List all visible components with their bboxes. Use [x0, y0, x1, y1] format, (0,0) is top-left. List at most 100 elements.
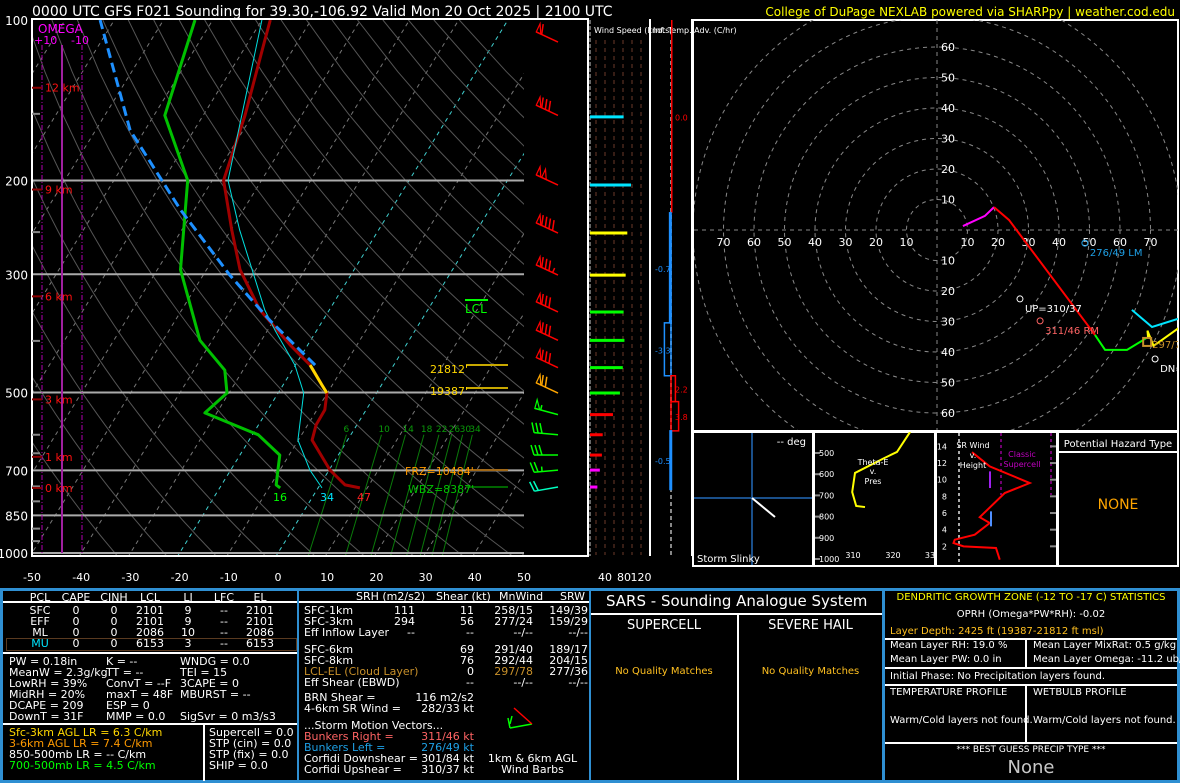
hodograph-ring-label: 70 — [1144, 236, 1158, 249]
barb-flag — [540, 257, 544, 268]
theta-temp-label: 320 — [885, 551, 900, 560]
barb-flag — [530, 444, 535, 456]
isotherm — [33, 20, 263, 393]
isotherm — [226, 72, 524, 555]
hodograph-ring-label: 50 — [1083, 236, 1097, 249]
barb-pennant — [535, 212, 542, 226]
dry-adiabat — [33, 246, 266, 555]
dgz-title: DENDRITIC GROWTH ZONE (-12 TO -17 C) STA… — [896, 592, 1166, 603]
theta-temp-label: 310 — [845, 551, 860, 560]
hodograph-ring-label: 50 — [941, 377, 955, 390]
temperature-tick-label: -40 — [72, 571, 90, 584]
barb-flag — [551, 220, 555, 231]
storm-motion-marker — [1151, 355, 1159, 363]
precip-type-title: *** BEST GUESS PRECIP TYPE *** — [956, 745, 1106, 755]
initial-phase: Initial Phase: No Precipitation layers f… — [890, 671, 1106, 682]
srw-header: SRW — [560, 590, 586, 603]
corfidi-up-label: Corfidi Upshear = — [304, 763, 402, 776]
hodograph-ring-label: 40 — [941, 346, 955, 359]
barb-pennant — [535, 291, 542, 305]
temperature-tick-label: 20 — [369, 571, 383, 584]
storm-motion-label: 311/46 RM — [1045, 326, 1099, 337]
sr-height-label: 6 — [942, 509, 947, 518]
temperature-tick-label: 10 — [320, 571, 334, 584]
classic-supercell-label1: Classic — [1008, 450, 1036, 459]
hodograph-trace — [962, 206, 995, 227]
hodograph-ring-label: 30 — [941, 133, 955, 146]
barb-flag — [544, 99, 548, 110]
temp-adv-label: -3.3 — [655, 346, 671, 355]
hodograph-ring-label: 60 — [747, 236, 761, 249]
height-label: 1 km — [45, 451, 73, 464]
wind-barb — [535, 372, 559, 394]
hodograph-ring-label: 30 — [839, 236, 853, 249]
hodograph-ring-label: 60 — [941, 41, 955, 54]
sr-height-label: 10 — [937, 476, 947, 485]
temp-adv-bar — [671, 20, 673, 213]
mixing-ratio-line — [406, 434, 440, 555]
kinematics-value: -- — [466, 676, 474, 689]
dgz-oprh: OPRH (Omega*PW*RH): -0.02 — [956, 609, 1106, 620]
pressure-tick-label: 100 — [5, 14, 28, 28]
hodograph-ring-label: 10 — [941, 194, 955, 207]
dgz-top-label: 21812' — [430, 363, 468, 376]
window-title: 0000 UTC GFS F021 Sounding for 39.30,-10… — [32, 4, 613, 20]
sr-height-label: 14 — [937, 442, 947, 451]
barb-flag — [540, 349, 544, 361]
mixing-ratio-line — [390, 434, 425, 555]
barb-flag — [532, 480, 539, 491]
omega-minus-label: -10 — [71, 34, 89, 47]
mixing-ratio-label: 34 — [469, 425, 481, 435]
hodograph-trace — [1131, 309, 1178, 329]
hazard-value: NONE — [1098, 497, 1139, 513]
sars-hail-header: SEVERE HAIL — [768, 618, 853, 633]
wind-barb — [535, 94, 559, 117]
storm-motion-label: 276/49 LM — [1090, 248, 1143, 259]
classic-supercell-label2: Supercell — [1003, 460, 1040, 469]
wind-barb — [534, 397, 559, 416]
barb-flag — [539, 422, 543, 434]
temp-adv-label: -0.7 — [655, 265, 671, 274]
hodograph-ring-label: 20 — [941, 163, 955, 176]
wind-barb — [535, 21, 559, 43]
theta-pressure-label: 600 — [819, 470, 834, 479]
lcl-label: LCL — [465, 302, 487, 316]
wb-profile-result: Warm/Cold layers not found. — [1033, 715, 1176, 726]
theta-e-panel: 500 600 700 800 900 1000 310 320 33 Theta-E v. P… — [813, 431, 936, 567]
wind-barb — [535, 291, 559, 313]
hodograph-ring-label: 60 — [941, 407, 955, 420]
theta-temp-label: 33 — [925, 551, 935, 560]
slinky-label: Storm Slinky — [697, 554, 760, 565]
sr-height-label: 2 — [942, 542, 947, 551]
hodograph-ring-label: 40 — [1052, 236, 1066, 249]
barb-flag — [534, 444, 539, 456]
temp-adv-label: 0.0 — [675, 113, 688, 122]
sars-hail-result: No Quality Matches — [761, 666, 860, 677]
height-label: 3 km — [45, 393, 73, 406]
theta-e-label3: Pres — [865, 477, 882, 486]
precip-type-value: None — [1007, 757, 1055, 778]
hodograph-ring-label: 10 — [961, 236, 975, 249]
sr46-value: 282/33 kt — [421, 702, 474, 715]
dry-adiabat — [33, 312, 216, 555]
pressure-tick-label: 700 — [5, 464, 28, 478]
storm-motion-label: DN= — [1160, 364, 1180, 375]
temp-advection-panel: Inf. Temp. Adv. (C/hr) 0.0 -0.7 -3.3 2.2 3.8… — [653, 19, 737, 556]
srh-header: SRH (m2/s2) — [356, 590, 426, 603]
dry-adiabat — [33, 377, 167, 555]
temperature-tick-label: -30 — [121, 571, 139, 584]
sr46-label: 4-6km SR Wind = — [304, 702, 402, 715]
pressure-tick-label: 1000 — [0, 547, 28, 561]
credit-text: College of DuPage NEXLAB powered via SHA… — [765, 5, 1175, 19]
mixing-ratio-label: 10 — [378, 425, 390, 435]
wind-barb — [535, 319, 559, 341]
dewpoint-profile — [163, 20, 282, 490]
barb-flag — [540, 322, 544, 333]
dgz-temperature-segment — [308, 364, 329, 394]
storm-motion-label: UP=310/37 — [1025, 304, 1082, 315]
temp-adv-title: Inf. Temp. Adv. (C/hr) — [653, 26, 737, 35]
barb-flag — [548, 352, 552, 364]
kinematics-value: --/-- — [513, 626, 533, 639]
barb-flag — [548, 260, 552, 271]
mu-row-highlight — [6, 638, 297, 651]
